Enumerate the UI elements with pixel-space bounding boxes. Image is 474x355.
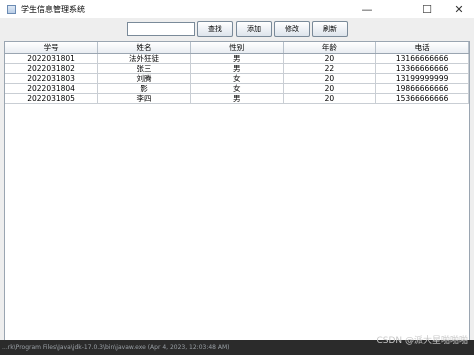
cell-age[interactable]: 20 [283, 93, 377, 104]
cell-name[interactable]: 刘腾 [97, 73, 191, 84]
column-header-age[interactable]: 年龄 [283, 42, 377, 54]
cell-name[interactable]: 张三 [97, 63, 191, 74]
cell-student-id[interactable]: 2022031804 [5, 83, 99, 94]
table-row[interactable]: 2022031804 影 女 20 19866666666 [5, 83, 469, 94]
search-button[interactable]: 查找 [197, 21, 233, 37]
cell-gender[interactable]: 男 [190, 93, 284, 104]
cell-gender[interactable]: 女 [190, 83, 284, 94]
column-header-phone[interactable]: 电话 [375, 42, 469, 54]
cell-name[interactable]: 法外狂徒 [97, 53, 191, 64]
toolbar: 查找 添加 修改 刷新 [0, 21, 474, 39]
window-title: 学生信息管理系统 [21, 4, 85, 14]
cell-phone[interactable]: 13166666666 [375, 53, 469, 64]
app-icon [7, 4, 16, 14]
cell-gender[interactable]: 女 [190, 73, 284, 84]
refresh-button[interactable]: 刷新 [312, 21, 348, 37]
table-row[interactable]: 2022031805 李四 男 20 15366666666 [5, 93, 469, 104]
cell-student-id[interactable]: 2022031803 [5, 73, 99, 84]
cell-student-id[interactable]: 2022031805 [5, 93, 99, 104]
column-header-student-id[interactable]: 学号 [5, 42, 99, 54]
minimize-button[interactable]: — [352, 0, 382, 18]
cell-phone[interactable]: 15366666666 [375, 93, 469, 104]
cell-name[interactable]: 李四 [97, 93, 191, 104]
table-row[interactable]: 2022031801 法外狂徒 男 20 13166666666 [5, 53, 469, 64]
student-table[interactable]: 学号 姓名 性别 年龄 电话 2022031801 法外狂徒 男 20 1316… [4, 41, 470, 341]
table-row[interactable]: 2022031802 张三 男 22 13366666666 [5, 63, 469, 74]
cell-student-id[interactable]: 2022031801 [5, 53, 99, 64]
search-input[interactable] [127, 22, 195, 36]
main-window: 学生信息管理系统 — ☐ ✕ 查找 添加 修改 刷新 学号 姓名 性别 年龄 电… [0, 0, 474, 341]
table-row[interactable]: 2022031803 刘腾 女 20 13199999999 [5, 73, 469, 84]
watermark: CSDN @派大星啪啪啪 [376, 336, 468, 346]
column-header-name[interactable]: 姓名 [97, 42, 191, 54]
cell-name[interactable]: 影 [97, 83, 191, 94]
cell-phone[interactable]: 13366666666 [375, 63, 469, 74]
column-header-gender[interactable]: 性别 [190, 42, 284, 54]
edit-button[interactable]: 修改 [274, 21, 310, 37]
cell-age[interactable]: 22 [283, 63, 377, 74]
add-button[interactable]: 添加 [236, 21, 272, 37]
cell-age[interactable]: 20 [283, 83, 377, 94]
close-button[interactable]: ✕ [444, 0, 474, 18]
maximize-button[interactable]: ☐ [412, 0, 442, 18]
cell-phone[interactable]: 19866666666 [375, 83, 469, 94]
cell-gender[interactable]: 男 [190, 63, 284, 74]
cell-gender[interactable]: 男 [190, 53, 284, 64]
cell-phone[interactable]: 13199999999 [375, 73, 469, 84]
table-header-row: 学号 姓名 性别 年龄 电话 [5, 42, 469, 54]
cell-age[interactable]: 20 [283, 73, 377, 84]
cell-age[interactable]: 20 [283, 53, 377, 64]
title-bar[interactable]: 学生信息管理系统 — ☐ ✕ [0, 0, 474, 18]
cell-student-id[interactable]: 2022031802 [5, 63, 99, 74]
